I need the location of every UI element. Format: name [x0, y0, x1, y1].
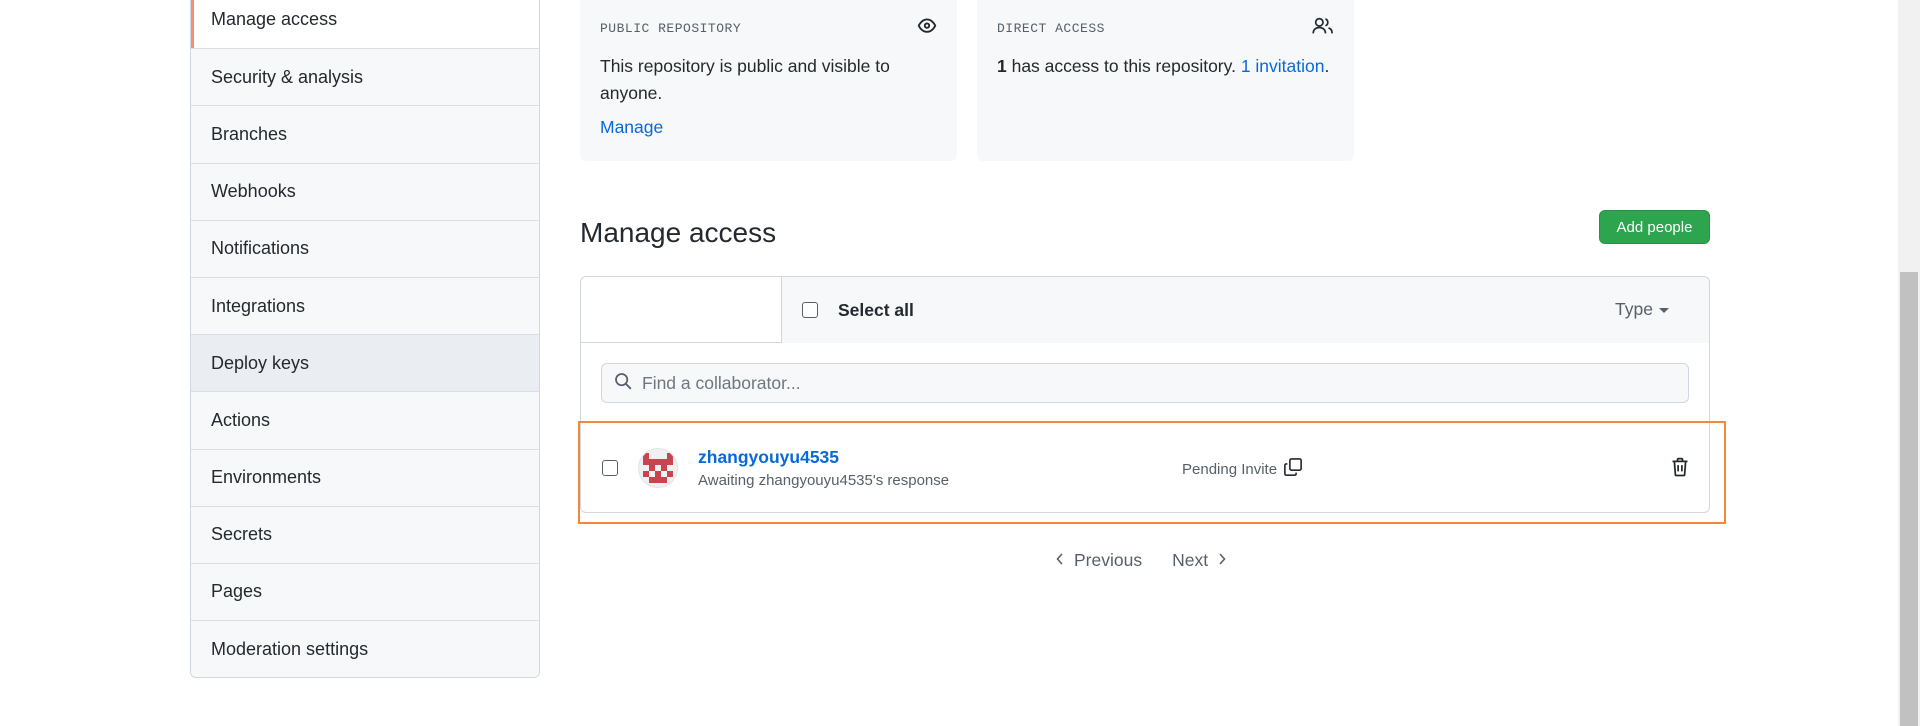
select-all-control[interactable]: Select all	[802, 300, 914, 321]
sidebar-item-webhooks[interactable]: Webhooks	[191, 162, 539, 220]
direct-access-suffix: .	[1324, 56, 1330, 76]
collaborator-username[interactable]: zhangyouyu4535	[698, 447, 949, 468]
type-filter-label: Type	[1615, 299, 1653, 319]
sidebar-item-label: Notifications	[211, 238, 310, 259]
type-filter-dropdown[interactable]: Type	[1615, 299, 1669, 320]
sidebar-item-branches[interactable]: Branches	[191, 105, 539, 163]
sidebar-item-notifications[interactable]: Notifications	[191, 219, 539, 277]
chevron-left-icon	[1054, 550, 1066, 571]
sidebar-item-label: Actions	[211, 409, 271, 430]
select-all-checkbox[interactable]	[802, 302, 818, 318]
pending-invite: Pending Invite	[1182, 457, 1303, 481]
collaborator-search	[601, 363, 1689, 403]
collaborators-box-header: Select all Type	[581, 277, 1709, 343]
search-icon	[614, 372, 632, 395]
public-repository-text: This repository is public and visible to…	[600, 56, 890, 103]
trash-icon[interactable]	[1671, 457, 1689, 482]
sidebar-item-actions[interactable]: Actions	[191, 391, 539, 449]
previous-label: Previous	[1074, 550, 1143, 570]
sidebar-item-deploy-keys[interactable]: Deploy keys	[191, 334, 539, 392]
add-people-button[interactable]: Add people	[1599, 210, 1710, 244]
sidebar-item-security-analysis[interactable]: Security & analysis	[191, 48, 539, 106]
page-scrollbar-thumb[interactable]	[1900, 272, 1918, 726]
sidebar-item-moderation-settings[interactable]: Moderation settings	[191, 620, 539, 678]
pending-invite-label: Pending Invite	[1182, 460, 1278, 478]
collaborator-row: zhangyouyu4535 Awaiting zhangyouyu4535's…	[581, 422, 1709, 513]
sidebar-item-label: Moderation settings	[211, 638, 369, 659]
pagination: Previous Next	[1054, 550, 1228, 571]
collaborators-toolbar: Select all Type	[781, 277, 1709, 343]
people-icon	[1312, 16, 1334, 41]
sidebar-item-integrations[interactable]: Integrations	[191, 276, 539, 335]
collaborator-info: zhangyouyu4535 Awaiting zhangyouyu4535's…	[698, 447, 949, 489]
page-title: Manage access	[580, 217, 777, 248]
avatar[interactable]	[638, 448, 678, 488]
collaborator-status-text: Awaiting zhangyouyu4535's response	[698, 472, 950, 489]
next-page-button[interactable]: Next	[1172, 550, 1228, 571]
sidebar-item-label: Secrets	[211, 524, 273, 545]
previous-page-button[interactable]: Previous	[1054, 550, 1142, 571]
sidebar-item-label: Branches	[211, 123, 288, 144]
next-label: Next	[1172, 550, 1209, 570]
sidebar-item-manage-access[interactable]: Manage access	[191, 0, 539, 49]
direct-access-count: 1	[997, 56, 1007, 76]
collaborator-checkbox[interactable]	[602, 460, 618, 476]
direct-access-text: 1 has access to this repository. 1 invit…	[997, 53, 1334, 80]
sidebar-item-label: Deploy keys	[211, 352, 310, 373]
direct-access-description: has access to this repository.	[1006, 56, 1241, 76]
copy-icon[interactable]	[1283, 457, 1303, 481]
public-repository-card: PUBLIC REPOSITORY This repository is pub…	[580, 0, 957, 161]
chevron-right-icon	[1216, 550, 1228, 571]
sidebar-item-label: Webhooks	[211, 181, 296, 202]
sidebar-item-label: Integrations	[211, 295, 306, 316]
direct-access-card: DIRECT ACCESS 1 has access to this repos…	[977, 0, 1354, 161]
search-input[interactable]	[642, 372, 1642, 394]
sidebar-item-environments[interactable]: Environments	[191, 448, 539, 506]
sidebar-item-label: Security & analysis	[211, 66, 364, 87]
sidebar-item-label: Environments	[211, 467, 322, 488]
sidebar-item-label: Manage access	[211, 9, 338, 30]
sidebar-item-label: Pages	[211, 581, 263, 602]
settings-sidebar: Manage access Security & analysis Branch…	[190, 0, 540, 679]
card-title: PUBLIC REPOSITORY	[600, 21, 742, 36]
select-all-label: Select all	[838, 299, 914, 320]
invitation-link[interactable]: 1 invitation	[1241, 56, 1325, 76]
collaborators-box: Select all Type Find a collaborator... z…	[580, 276, 1710, 513]
sidebar-item-pages[interactable]: Pages	[191, 562, 539, 621]
manage-visibility-link[interactable]: Manage	[600, 117, 663, 138]
eye-icon	[917, 16, 937, 41]
sidebar-item-secrets[interactable]: Secrets	[191, 505, 539, 563]
caret-down-icon	[1659, 308, 1669, 313]
card-title: DIRECT ACCESS	[997, 21, 1105, 36]
